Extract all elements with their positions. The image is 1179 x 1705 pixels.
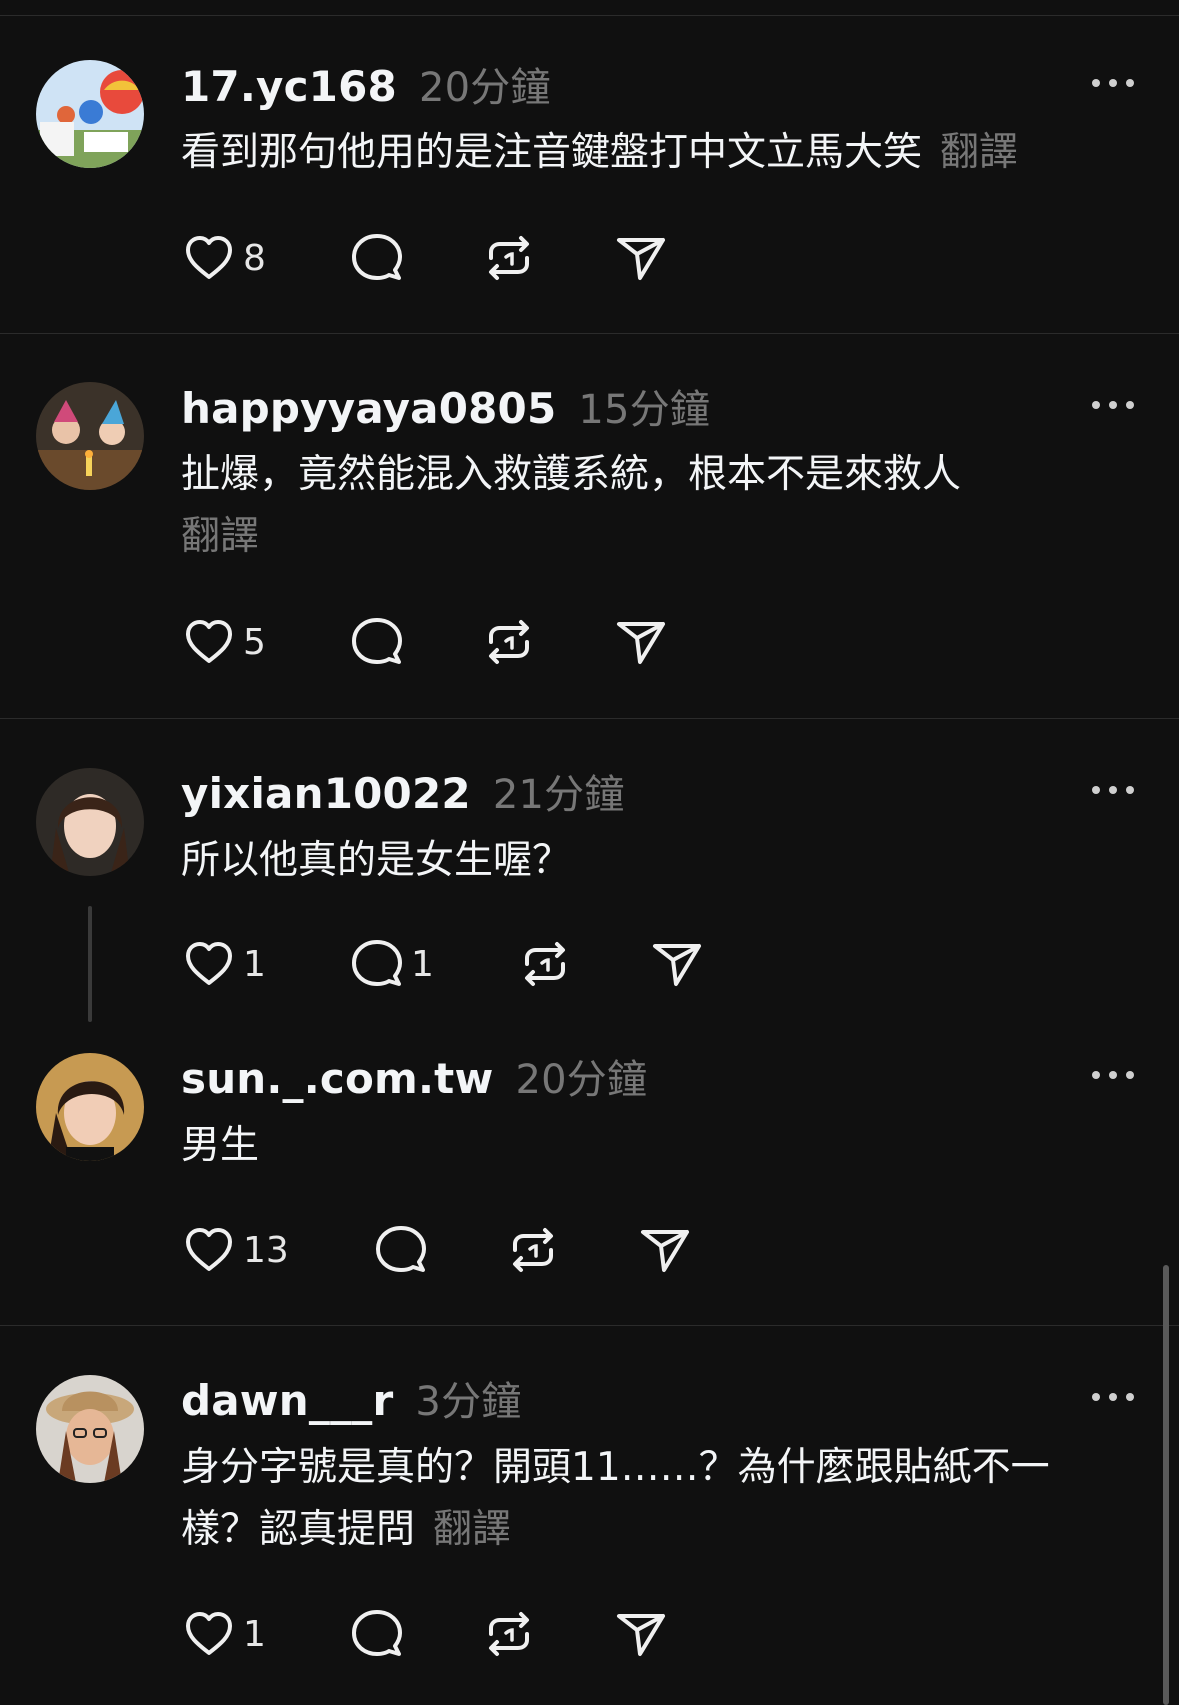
comment-text: 看到那句他用的是注音鍵盤打中文立馬大笑 翻譯: [181, 122, 1131, 184]
comment-body: 看到那句他用的是注音鍵盤打中文立馬大笑: [181, 130, 923, 175]
repost-icon: [517, 936, 573, 992]
more-icon[interactable]: [1092, 1390, 1134, 1402]
divider: [0, 718, 1179, 719]
action-bar: 1 1: [181, 936, 781, 992]
comment-text: 所以他真的是女生喔？: [181, 830, 1131, 892]
repost-button[interactable]: [517, 936, 573, 992]
username[interactable]: sun._.com.tw 20分鐘: [181, 1047, 647, 1105]
username-text[interactable]: happyyaya0805: [181, 384, 556, 433]
avatar[interactable]: [36, 60, 144, 168]
comment-icon: [349, 936, 405, 992]
username[interactable]: happyyaya0805 15分鐘: [181, 377, 710, 435]
like-button[interactable]: 1: [181, 936, 266, 992]
username-text[interactable]: sun._.com.tw: [181, 1054, 493, 1103]
avatar[interactable]: [36, 1053, 144, 1161]
username-text[interactable]: 17.yc168: [181, 62, 397, 111]
comment-text: 身分字號是真的？開頭11……？為什麼跟貼紙不一 樣？認真提問 翻譯: [181, 1437, 1131, 1561]
more-icon[interactable]: [1092, 1068, 1134, 1080]
repost-button[interactable]: [481, 614, 537, 670]
comment-icon: [349, 614, 405, 670]
heart-icon: [181, 614, 237, 670]
comment-icon: [349, 1606, 405, 1662]
more-icon[interactable]: [1092, 783, 1134, 795]
like-button[interactable]: 13: [181, 1222, 289, 1278]
like-button[interactable]: 1: [181, 1606, 266, 1662]
comment-text: 男生: [181, 1115, 1131, 1177]
heart-icon: [181, 936, 237, 992]
repost-icon: [481, 614, 537, 670]
username-text[interactable]: yixian10022: [181, 769, 471, 818]
action-bar: 5: [181, 614, 781, 670]
username[interactable]: yixian10022 21分鐘: [181, 762, 625, 820]
repost-icon: [481, 1606, 537, 1662]
share-button[interactable]: [637, 1222, 693, 1278]
comment-body: 扯爆，竟然能混入救護系統，根本不是來救人: [181, 452, 962, 497]
reply-button[interactable]: [349, 614, 405, 670]
comment-text: 扯爆，竟然能混入救護系統，根本不是來救人 翻譯: [181, 444, 1131, 568]
avatar[interactable]: [36, 382, 144, 490]
like-count: 1: [243, 943, 266, 985]
translate-link[interactable]: 翻譯: [940, 130, 1018, 175]
comment-body: 所以他真的是女生喔？: [181, 838, 572, 883]
reply-count: 1: [411, 943, 434, 985]
more-icon[interactable]: [1092, 398, 1134, 410]
username[interactable]: dawn___r 3分鐘: [181, 1369, 521, 1427]
username[interactable]: 17.yc168 20分鐘: [181, 55, 551, 113]
reply-button[interactable]: [373, 1222, 429, 1278]
avatar[interactable]: [36, 768, 144, 876]
comment-body-line: 身分字號是真的？開頭11……？為什麼跟貼紙不一: [181, 1445, 1050, 1490]
top-divider: [0, 15, 1179, 16]
timestamp: 20分鐘: [515, 1057, 648, 1103]
repost-button[interactable]: [505, 1222, 561, 1278]
comment-icon: [349, 230, 405, 286]
like-count: 5: [243, 621, 266, 663]
share-button[interactable]: [613, 230, 669, 286]
divider: [0, 1325, 1179, 1326]
repost-icon: [481, 230, 537, 286]
share-icon: [649, 936, 705, 992]
avatar[interactable]: [36, 1375, 144, 1483]
action-bar: 1: [181, 1606, 781, 1662]
heart-icon: [181, 1606, 237, 1662]
action-bar: 13: [181, 1222, 781, 1278]
like-count: 13: [243, 1229, 289, 1271]
username-text[interactable]: dawn___r: [181, 1376, 393, 1425]
comment-body: 男生: [181, 1123, 260, 1168]
reply-button[interactable]: [349, 1606, 405, 1662]
timestamp: 20分鐘: [418, 65, 551, 111]
comment-icon: [373, 1222, 429, 1278]
timestamp: 21分鐘: [492, 772, 625, 818]
like-count: 1: [243, 1613, 266, 1655]
comment-body-line: 樣？認真提問: [181, 1507, 416, 1552]
share-button[interactable]: [613, 1606, 669, 1662]
translate-link[interactable]: 翻譯: [433, 1507, 511, 1552]
timestamp: 3分鐘: [415, 1379, 522, 1425]
share-icon: [613, 1606, 669, 1662]
action-bar: 8: [181, 230, 781, 286]
share-icon: [613, 230, 669, 286]
more-icon[interactable]: [1092, 76, 1134, 88]
heart-icon: [181, 1222, 237, 1278]
timestamp: 15分鐘: [578, 387, 711, 433]
repost-button[interactable]: [481, 230, 537, 286]
share-button[interactable]: [613, 614, 669, 670]
translate-link[interactable]: 翻譯: [181, 506, 1131, 568]
like-button[interactable]: 8: [181, 230, 266, 286]
divider: [0, 333, 1179, 334]
thread-line: [88, 906, 92, 1022]
reply-button[interactable]: 1: [349, 936, 434, 992]
like-count: 8: [243, 237, 266, 279]
share-icon: [613, 614, 669, 670]
repost-button[interactable]: [481, 1606, 537, 1662]
reply-button[interactable]: [349, 230, 405, 286]
scrollbar[interactable]: [1163, 1265, 1169, 1705]
like-button[interactable]: 5: [181, 614, 266, 670]
heart-icon: [181, 230, 237, 286]
repost-icon: [505, 1222, 561, 1278]
share-icon: [637, 1222, 693, 1278]
share-button[interactable]: [649, 936, 705, 992]
